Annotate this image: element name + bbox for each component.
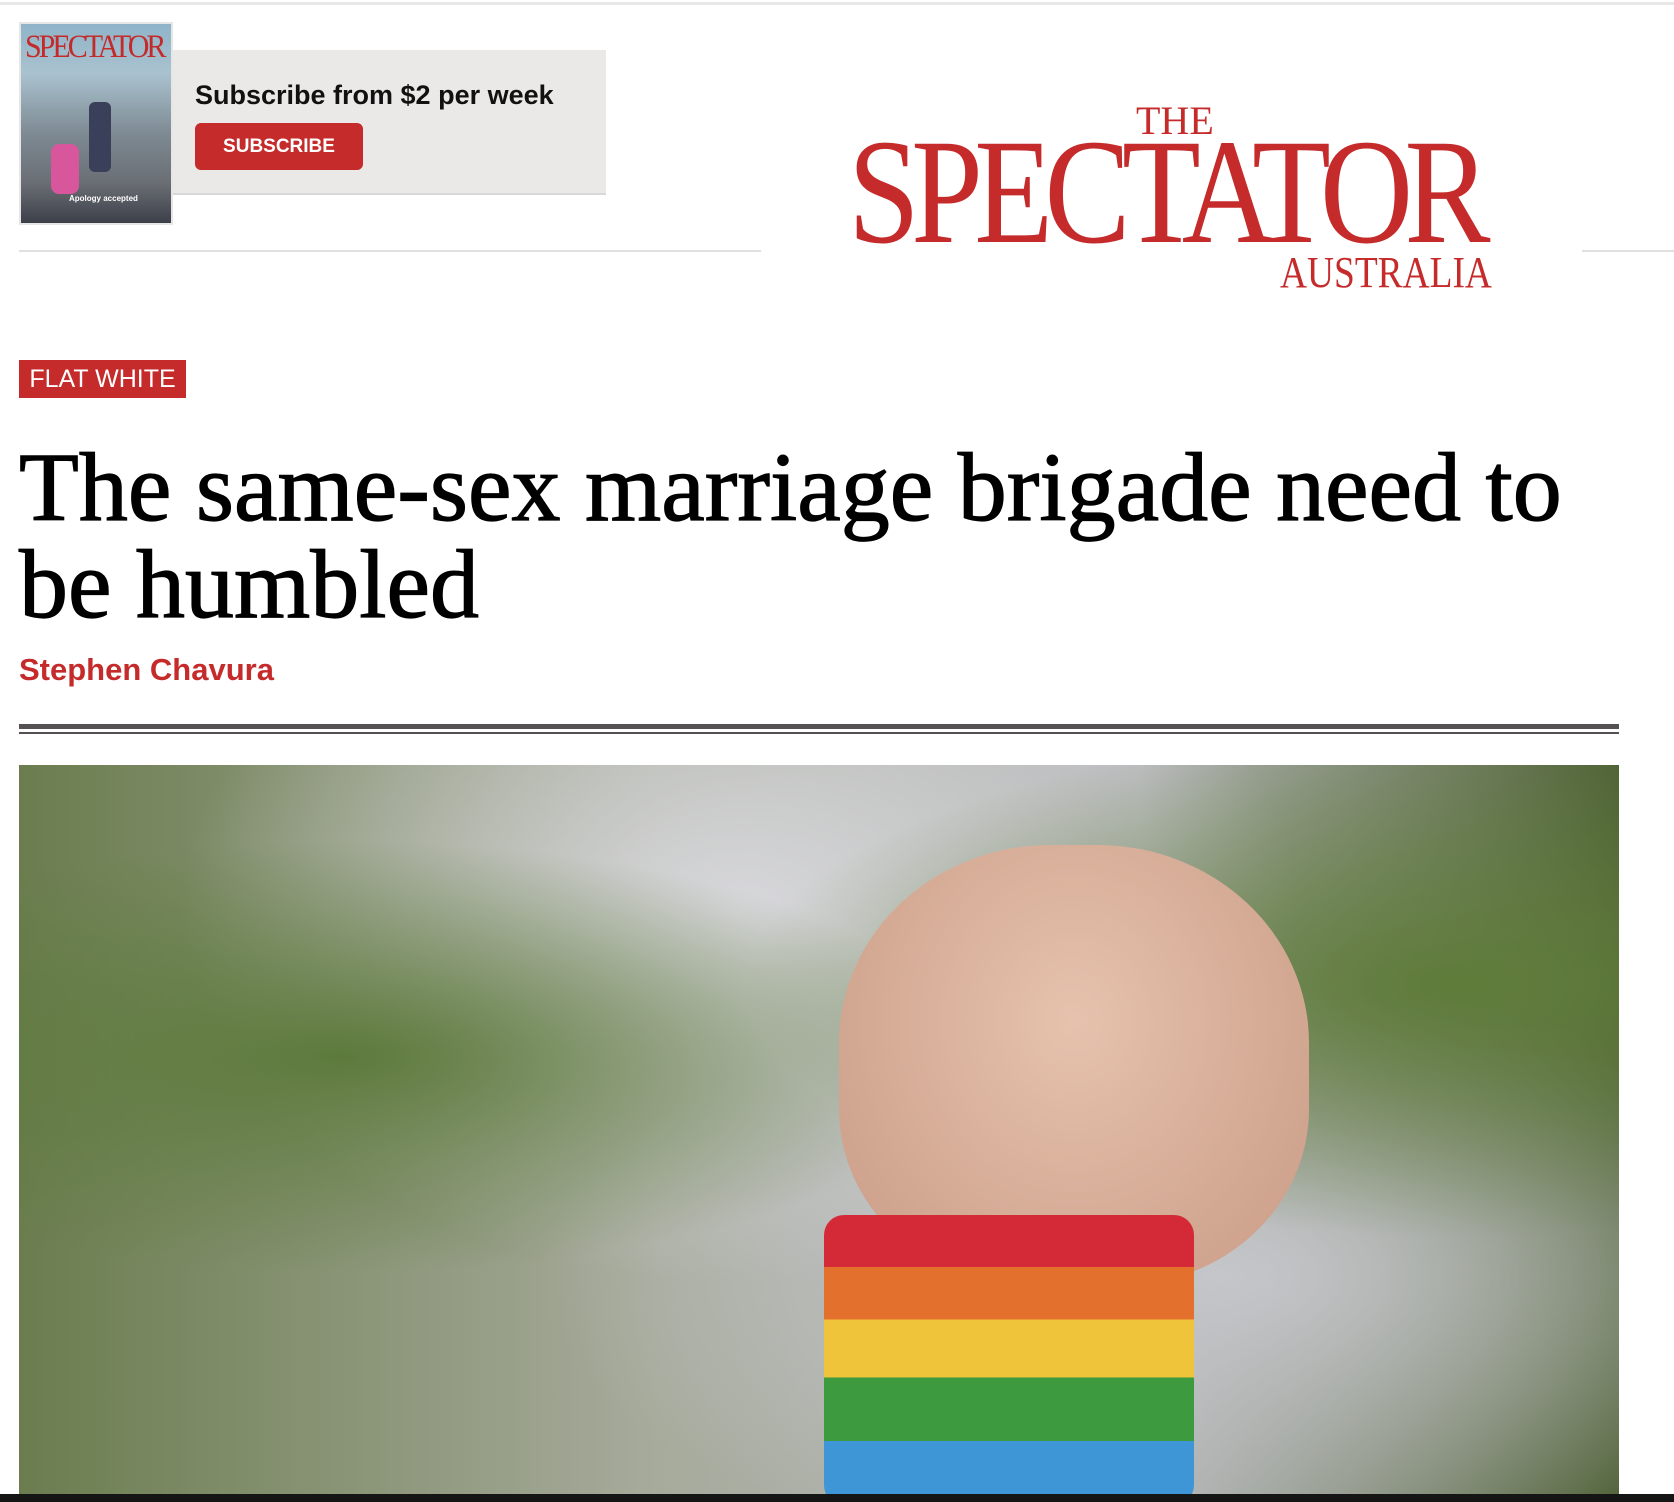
section-badge[interactable]: FLAT WHITE [19, 360, 186, 398]
logo-region: AUSTRALIA [1280, 248, 1492, 297]
cover-figure [89, 102, 111, 172]
promo-text: Subscribe from $2 per week [195, 80, 554, 110]
header-divider [1582, 250, 1674, 252]
cover-image: SPECTATOR Apology accepted [21, 24, 171, 223]
hero-image [19, 765, 1619, 1495]
article-headline: The same-sex marriage brigade need to be… [18, 434, 1562, 639]
cover-caption: Apology accepted [69, 194, 138, 203]
cover-logo: SPECTATOR [25, 28, 166, 65]
top-border [0, 2, 1674, 5]
cover-figure [51, 144, 79, 194]
rainbow-wristband [824, 1215, 1194, 1495]
site-logo[interactable]: THE SPECTATOR AUSTRALIA [840, 95, 1520, 297]
double-rule [19, 724, 1619, 729]
subscribe-button[interactable]: SUBSCRIBE [195, 123, 363, 170]
bottom-bar [0, 1494, 1674, 1502]
logo-wordmark: SPECTATOR [848, 109, 1491, 275]
double-rule [19, 732, 1619, 734]
magazine-cover-thumbnail[interactable]: SPECTATOR Apology accepted [19, 22, 173, 225]
subscribe-promo: Subscribe from $2 per week SUBSCRIBE [173, 50, 606, 195]
header-divider [19, 250, 761, 252]
author-link[interactable]: Stephen Chavura [19, 652, 274, 688]
